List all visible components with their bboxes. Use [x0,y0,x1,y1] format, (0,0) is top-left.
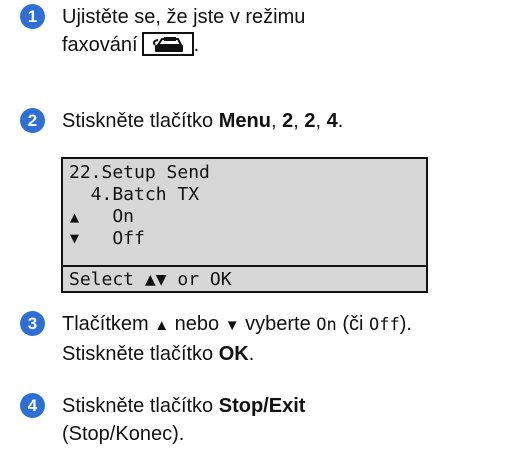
lcd-footer: Select ▲▼ or OK [69,269,232,290]
key-2b-label: 2 [304,110,316,132]
step-2-prefix: Stiskněte tlačítko [62,110,219,132]
lcd-divider [63,265,426,267]
step-3-line1: Tlačítkem ▲ nebo ▼ vyberte On (či Off). [62,310,412,340]
stop-exit-key-label: Stop/Exit [218,395,306,417]
lcd-option-off: Off [69,228,145,249]
step-1-line2: faxování. [62,31,305,59]
step-2-text: Stiskněte tlačítko Menu, 2, 2, 4. [62,107,343,135]
down-arrow-icon: ▼ [224,317,240,334]
separator: , [293,110,305,132]
period: . [337,110,344,132]
period: . [248,343,255,365]
lcd-line-1: 22.Setup Send [69,162,210,183]
step-3-line2: Stiskněte tlačítko OK. [62,340,412,368]
step-3: 3 Tlačítkem ▲ nebo ▼ vyberte On (či Off)… [20,310,412,368]
step-1-text: Ujistěte se, že jste v režimu faxování. [62,3,305,59]
step-1: 1 Ujistěte se, že jste v režimu faxování… [20,3,305,59]
lcd-line-2: 4.Batch TX [69,184,200,205]
text: Stiskněte tlačítko [62,343,219,365]
menu-key-label: Menu [218,110,271,132]
step-number-2: 2 [20,108,45,133]
step-4: 4 Stiskněte tlačítko Stop/Exit (Stop/Kon… [20,392,305,448]
text: Stiskněte tlačítko [62,395,219,417]
option-off: Off [368,315,400,335]
lcd-display: 22.Setup Send 4.Batch TX ▲ On ▼ Off Sele… [61,157,428,293]
separator: , [315,110,327,132]
step-1-fax-label: faxování [62,34,138,56]
text: vyberte [239,313,317,335]
step-4-text: Stiskněte tlačítko Stop/Exit (Stop/Konec… [62,392,305,448]
step-number-1: 1 [20,4,45,29]
step-3-text: Tlačítkem ▲ nebo ▼ vyberte On (či Off). … [62,310,412,368]
fax-icon [152,37,183,52]
text: Tlačítkem [62,313,155,335]
step-4-line1: Stiskněte tlačítko Stop/Exit [62,392,305,420]
key-2-label: 2 [282,110,294,132]
text: (či [336,313,369,335]
fax-mode-button [141,32,194,56]
step-4-line2: (Stop/Konec). [62,423,185,445]
lcd-option-on: On [69,206,135,227]
step-number-3: 3 [20,311,45,336]
text: ). [399,313,412,335]
option-on: On [316,315,337,335]
step-2: 2 Stiskněte tlačítko Menu, 2, 2, 4. [20,107,343,135]
step-1-period: . [193,34,200,56]
step-1-line1: Ujistěte se, že jste v režimu [62,6,306,28]
separator: , [270,110,283,132]
step-number-4: 4 [20,393,45,418]
text: nebo [169,313,225,335]
key-4-label: 4 [326,110,338,132]
ok-key-label: OK [218,343,249,365]
up-arrow-icon: ▲ [154,317,170,334]
